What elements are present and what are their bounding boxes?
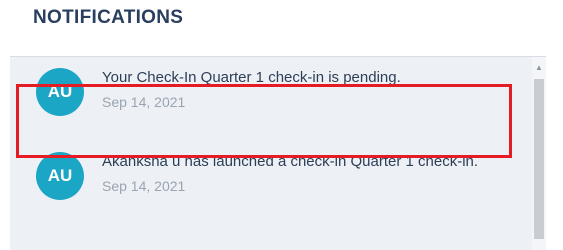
scroll-thumb[interactable]	[534, 79, 544, 239]
scroll-up-icon[interactable]: ▲	[534, 63, 544, 73]
scrollbar[interactable]: ▲	[532, 57, 546, 250]
avatar: AU	[36, 152, 84, 200]
notification-date: Sep 14, 2021	[102, 178, 186, 194]
highlight-box	[16, 84, 512, 158]
page-title: NOTIFICATIONS	[33, 7, 184, 28]
